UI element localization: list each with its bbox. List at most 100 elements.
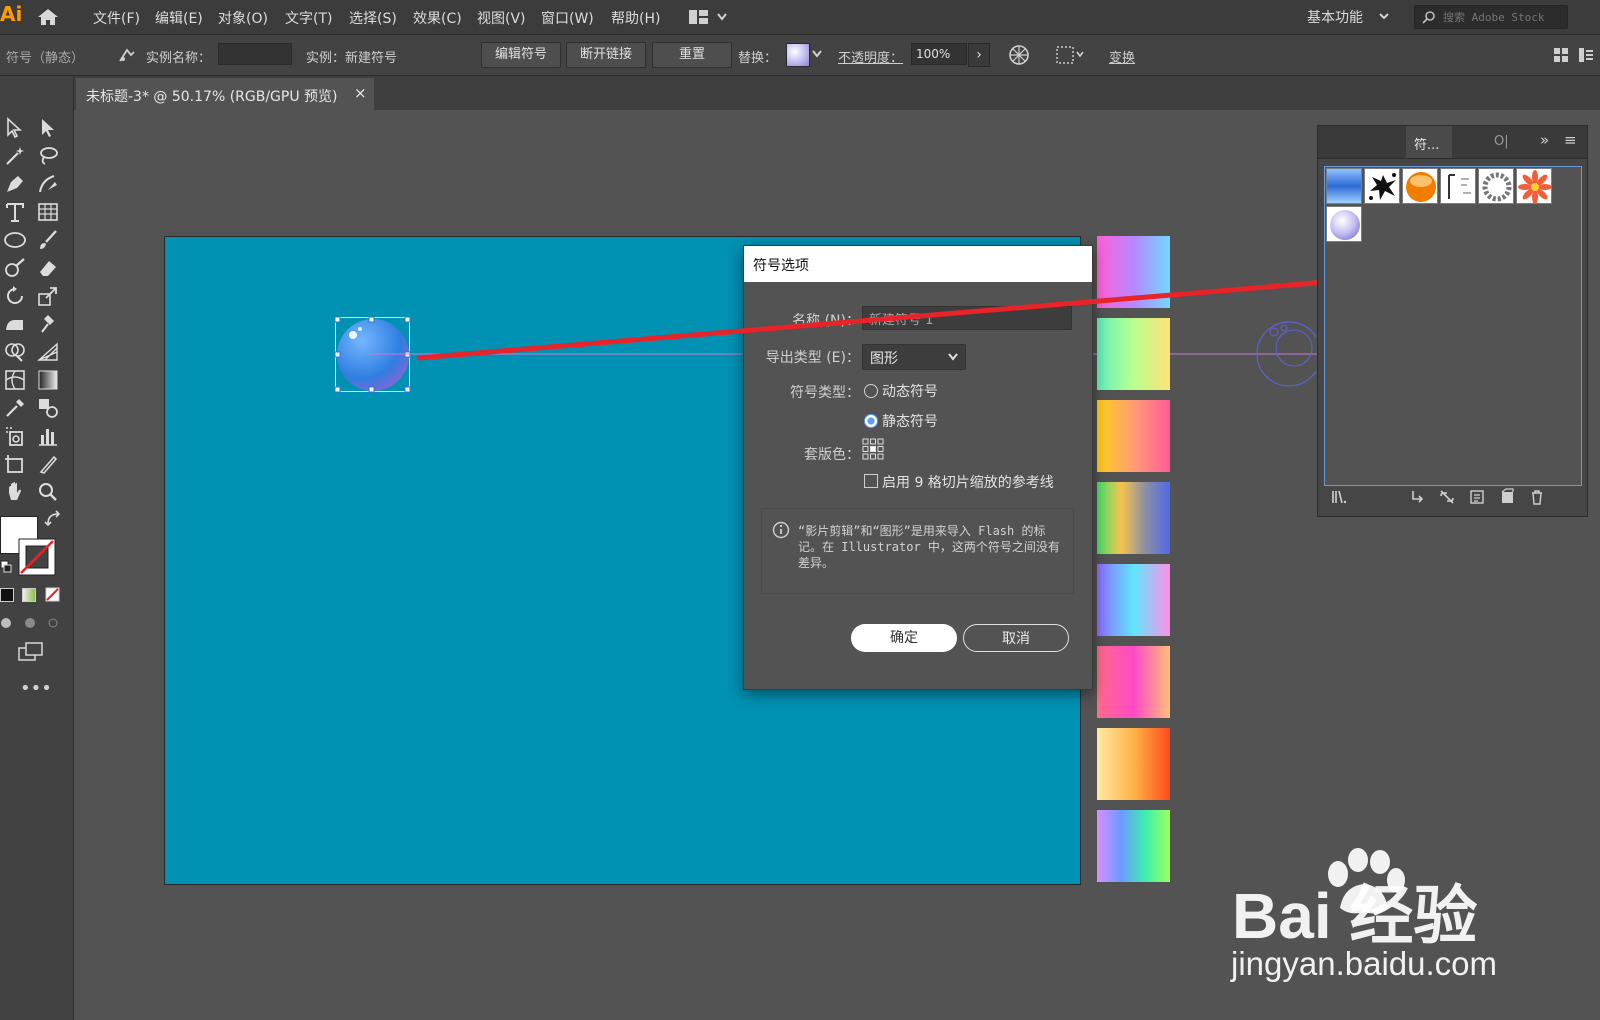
zoom-tool-icon[interactable] bbox=[36, 480, 60, 504]
replace-symbol-swatch[interactable] bbox=[786, 43, 810, 67]
paintbrush-tool-icon[interactable] bbox=[36, 228, 60, 252]
symbol-dotted-ring[interactable] bbox=[1478, 168, 1514, 204]
direct-selection-tool-icon[interactable] bbox=[36, 116, 60, 140]
screen-mode-icon[interactable] bbox=[18, 642, 44, 662]
symbol-sprayer-tool-icon[interactable] bbox=[3, 424, 27, 448]
arrange-documents-icon[interactable] bbox=[688, 9, 730, 25]
selection-tool-icon[interactable] bbox=[3, 116, 27, 140]
static-symbol-radio[interactable] bbox=[864, 414, 878, 428]
delete-icon[interactable] bbox=[1528, 488, 1546, 506]
symbol-orange-button[interactable] bbox=[1402, 168, 1438, 204]
puppet-warp-tool-icon[interactable] bbox=[36, 312, 60, 336]
gradient-swatch-strip[interactable] bbox=[1097, 564, 1170, 636]
menu-file[interactable]: 文件(F) bbox=[93, 8, 140, 28]
symbol-flower[interactable] bbox=[1516, 168, 1552, 204]
tab-other[interactable]: O| bbox=[1494, 134, 1509, 149]
reset-button[interactable]: 重置 bbox=[652, 42, 732, 68]
ok-button[interactable]: 确定 bbox=[851, 624, 957, 652]
opacity-arrow-button[interactable]: › bbox=[968, 43, 990, 67]
instance-name-input[interactable] bbox=[218, 43, 292, 65]
swap-colors-icon[interactable] bbox=[44, 510, 62, 528]
symbol-libraries-icon[interactable] bbox=[1330, 488, 1348, 506]
ellipse-tool-icon[interactable] bbox=[3, 228, 27, 252]
control-menu-icon[interactable] bbox=[1578, 47, 1594, 63]
edit-symbol-button[interactable]: 编辑符号 bbox=[481, 42, 561, 68]
symbol-options-icon[interactable] bbox=[1468, 488, 1486, 506]
gradient-mode-icon[interactable] bbox=[22, 588, 36, 602]
menu-window[interactable]: 窗口(W) bbox=[541, 8, 594, 28]
opacity-label[interactable]: 不透明度： bbox=[838, 47, 903, 66]
registration-point-grid[interactable] bbox=[862, 438, 884, 460]
panel-menu-icon[interactable]: ≡ bbox=[1564, 131, 1577, 149]
menu-edit[interactable]: 编辑(E) bbox=[155, 8, 203, 28]
menu-view[interactable]: 视图(V) bbox=[477, 8, 526, 28]
panel-expand-icon[interactable]: » bbox=[1540, 131, 1549, 149]
magic-wand-tool-icon[interactable] bbox=[3, 144, 27, 168]
curvature-tool-icon[interactable] bbox=[36, 172, 60, 196]
shaper-tool-icon[interactable] bbox=[3, 256, 27, 280]
hand-tool-icon[interactable] bbox=[3, 480, 27, 504]
cancel-button[interactable]: 取消 bbox=[963, 624, 1069, 652]
scale-tool-icon[interactable] bbox=[36, 284, 60, 308]
symbol-text-marks[interactable] bbox=[1440, 168, 1476, 204]
mesh-tool-icon[interactable] bbox=[3, 368, 27, 392]
symbol-new-bubble[interactable] bbox=[1326, 206, 1362, 242]
break-link-button[interactable]: 断开链接 bbox=[566, 42, 646, 68]
menu-select[interactable]: 选择(S) bbox=[349, 8, 397, 28]
new-symbol-icon[interactable] bbox=[1498, 488, 1516, 506]
drawing-modes-icon[interactable] bbox=[0, 615, 64, 631]
chevron-down-icon[interactable] bbox=[811, 49, 823, 59]
tab-symbols[interactable]: 符... bbox=[1406, 126, 1452, 158]
gradient-swatch-strip[interactable] bbox=[1097, 482, 1170, 554]
none-mode-icon[interactable] bbox=[45, 587, 60, 602]
align-grid-icon[interactable] bbox=[1055, 44, 1087, 66]
stock-search-input[interactable] bbox=[1441, 8, 1567, 26]
line-grid-tool-icon[interactable] bbox=[36, 200, 60, 224]
place-symbol-icon[interactable] bbox=[1408, 488, 1426, 506]
static-symbol-label[interactable]: 静态符号 bbox=[882, 411, 938, 431]
menu-object[interactable]: 对象(O) bbox=[218, 8, 268, 28]
close-icon[interactable]: × bbox=[354, 84, 367, 102]
symbol-blue-banner[interactable] bbox=[1326, 168, 1362, 204]
eyedropper-tool-icon[interactable] bbox=[3, 396, 27, 420]
blend-tool-icon[interactable] bbox=[36, 396, 60, 420]
nine-slice-checkbox[interactable] bbox=[864, 474, 878, 488]
gradient-swatch-strip[interactable] bbox=[1097, 400, 1170, 472]
slice-tool-icon[interactable] bbox=[36, 452, 60, 476]
pen-tool-icon[interactable] bbox=[3, 172, 27, 196]
gradient-swatch-strip[interactable] bbox=[1097, 728, 1170, 800]
dynamic-symbol-label[interactable]: 动态符号 bbox=[882, 381, 938, 401]
shape-builder-tool-icon[interactable] bbox=[3, 340, 27, 364]
dynamic-symbol-radio[interactable] bbox=[864, 384, 878, 398]
gradient-swatch-strip[interactable] bbox=[1097, 810, 1170, 882]
rotate-tool-icon[interactable] bbox=[3, 284, 27, 308]
eraser-tool-icon[interactable] bbox=[36, 256, 60, 280]
home-icon[interactable] bbox=[37, 8, 59, 26]
stock-search-box[interactable] bbox=[1414, 5, 1568, 29]
type-tool-icon[interactable] bbox=[3, 200, 27, 224]
column-graph-tool-icon[interactable] bbox=[36, 424, 60, 448]
default-colors-icon[interactable] bbox=[0, 560, 12, 574]
gradient-tool-icon[interactable] bbox=[36, 368, 60, 392]
gradient-swatch-strip[interactable] bbox=[1097, 646, 1170, 718]
nine-slice-label[interactable]: 启用 9 格切片缩放的参考线 bbox=[882, 472, 1054, 492]
menu-type[interactable]: 文字(T) bbox=[285, 8, 332, 28]
color-mode-icon[interactable] bbox=[0, 588, 14, 602]
symbol-ink-splash[interactable] bbox=[1364, 168, 1400, 204]
menu-help[interactable]: 帮助(H) bbox=[611, 8, 660, 28]
recolor-artwork-icon[interactable] bbox=[1008, 44, 1030, 66]
edit-toolbar-icon[interactable]: ••• bbox=[20, 678, 52, 699]
lasso-tool-icon[interactable] bbox=[36, 144, 60, 168]
workspace-switcher[interactable]: 基本功能 bbox=[1307, 7, 1363, 27]
document-tab[interactable]: 未标题-3* @ 50.17% (RGB/GPU 预览) × bbox=[76, 78, 374, 110]
warp-tool-icon[interactable] bbox=[3, 312, 27, 336]
panel-arrange-icon[interactable] bbox=[1553, 47, 1569, 63]
artboard-tool-icon[interactable] bbox=[3, 452, 27, 476]
menu-effect[interactable]: 效果(C) bbox=[413, 8, 462, 28]
transform-link[interactable]: 变换 bbox=[1109, 47, 1135, 66]
stroke-color-swatch[interactable] bbox=[18, 538, 56, 576]
break-link-icon[interactable] bbox=[1438, 488, 1456, 506]
perspective-grid-tool-icon[interactable] bbox=[36, 340, 60, 364]
chevron-down-icon[interactable] bbox=[1378, 10, 1390, 22]
opacity-input[interactable] bbox=[911, 43, 967, 65]
